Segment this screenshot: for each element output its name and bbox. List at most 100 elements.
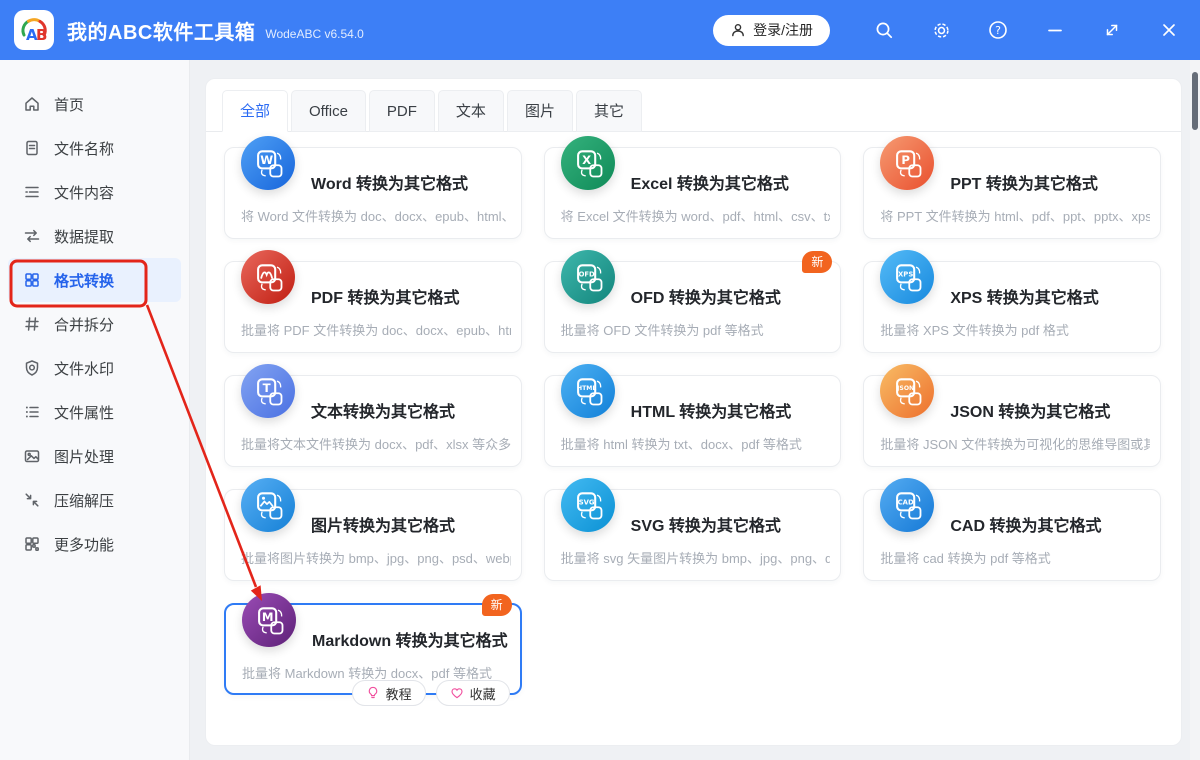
maximize-icon[interactable]: [1101, 19, 1123, 41]
sidebar-item-label: 文件属性: [54, 402, 114, 423]
main-area: 全部OfficePDF文本图片其它 W Word 转换为其它格式 将 Word …: [190, 60, 1200, 760]
svg-text:XPS: XPS: [898, 270, 913, 278]
sidebar-item-file-name[interactable]: 文件名称: [8, 126, 181, 170]
compress-icon: [23, 491, 41, 509]
card-title: HTML 转换为其它格式: [631, 398, 792, 422]
card-title: PPT 转换为其它格式: [950, 170, 1098, 194]
help-icon[interactable]: ?: [987, 19, 1009, 41]
user-icon: [730, 22, 746, 38]
minimize-icon[interactable]: [1044, 19, 1066, 41]
card-title: Excel 转换为其它格式: [631, 170, 789, 194]
svg-text:P: P: [902, 153, 911, 167]
sidebar-item-watermark[interactable]: 文件水印: [8, 346, 181, 390]
svg-text:M: M: [262, 610, 274, 624]
tab-other[interactable]: 其它: [576, 90, 642, 132]
file-name-icon: [23, 139, 41, 157]
scrollbar-track[interactable]: [1190, 60, 1200, 760]
sidebar-item-more[interactable]: 更多功能: [8, 522, 181, 566]
word-convert-icon: W: [241, 136, 295, 190]
svg-text:HTML: HTML: [577, 385, 596, 392]
title-bar: A B 我的ABC软件工具箱 WodeABC v6.54.0 登录/注册: [0, 0, 1200, 60]
sidebar-item-label: 合并拆分: [54, 314, 114, 335]
sidebar-item-format-convert[interactable]: 格式转换: [8, 258, 181, 302]
card-title: 文本转换为其它格式: [311, 398, 455, 422]
excel-convert-icon: X: [561, 136, 615, 190]
close-icon[interactable]: [1158, 19, 1180, 41]
sidebar-item-label: 文件名称: [54, 138, 114, 159]
ofd-convert-icon: OFD: [561, 250, 615, 304]
cad-convert-card[interactable]: CAD CAD 转换为其它格式 批量将 cad 转换为 pdf 等格式: [863, 489, 1161, 581]
tutorial-button[interactable]: 教程: [352, 680, 426, 706]
card-description: 批量将 OFD 文件转换为 pdf 等格式: [561, 320, 831, 339]
ppt-convert-icon: P: [880, 136, 934, 190]
excel-convert-card[interactable]: X Excel 转换为其它格式 将 Excel 文件转换为 word、pdf、h…: [544, 147, 842, 239]
card-description: 批量将 PDF 文件转换为 doc、docx、epub、html、txt 等格式: [241, 320, 511, 339]
svg-text:SVG: SVG: [578, 498, 594, 506]
file-content-icon: [23, 183, 41, 201]
text-convert-card[interactable]: T 文本转换为其它格式 批量将文本文件转换为 docx、pdf、xlsx 等众多…: [224, 375, 522, 467]
sidebar-item-file-props[interactable]: 文件属性: [8, 390, 181, 434]
search-icon[interactable]: [873, 19, 895, 41]
sidebar-item-label: 文件水印: [54, 358, 114, 379]
markdown-convert-icon: M: [242, 593, 296, 647]
xps-convert-card[interactable]: XPS XPS 转换为其它格式 批量将 XPS 文件转换为 pdf 格式: [863, 261, 1161, 353]
tab-office[interactable]: Office: [291, 90, 366, 132]
more-icon: [23, 535, 41, 553]
sidebar-item-merge-split[interactable]: 合并拆分: [8, 302, 181, 346]
sidebar-item-label: 数据提取: [54, 226, 114, 247]
card-title: PDF 转换为其它格式: [311, 284, 459, 308]
login-register-button[interactable]: 登录/注册: [713, 15, 830, 46]
new-badge: 新: [482, 594, 512, 616]
data-extract-icon: [23, 227, 41, 245]
card-title: Word 转换为其它格式: [311, 170, 468, 194]
svg-text:CAD: CAD: [898, 498, 914, 506]
svg-text:JSON: JSON: [896, 385, 914, 392]
tab-image[interactable]: 图片: [507, 90, 573, 132]
card-description: 将 Word 文件转换为 doc、docx、epub、html、pdf 等格式: [241, 206, 511, 225]
image-convert-card[interactable]: 图片转换为其它格式 批量将图片转换为 bmp、jpg、png、psd、webp …: [224, 489, 522, 581]
markdown-convert-card[interactable]: M Markdown 转换为其它格式 批量将 Markdown 转换为 docx…: [224, 603, 522, 695]
svg-convert-icon: SVG: [561, 478, 615, 532]
sidebar-item-data-extract[interactable]: 数据提取: [8, 214, 181, 258]
watermark-icon: [23, 359, 41, 377]
tab-pdf[interactable]: PDF: [369, 90, 435, 132]
card-description: 批量将 svg 矢量图片转换为 bmp、jpg、png、docx 等格式: [561, 548, 831, 567]
settings-gear-icon[interactable]: [930, 19, 952, 41]
svg-text:?: ?: [995, 24, 1001, 37]
svg-convert-card[interactable]: SVG SVG 转换为其它格式 批量将 svg 矢量图片转换为 bmp、jpg、…: [544, 489, 842, 581]
new-badge: 新: [802, 251, 832, 273]
cad-convert-icon: CAD: [880, 478, 934, 532]
sidebar-item-compress[interactable]: 压缩解压: [8, 478, 181, 522]
card-description: 批量将 XPS 文件转换为 pdf 格式: [880, 320, 1150, 339]
pdf-convert-icon: [241, 250, 295, 304]
html-convert-card[interactable]: HTML HTML 转换为其它格式 批量将 html 转换为 txt、docx、…: [544, 375, 842, 467]
sidebar-item-file-content[interactable]: 文件内容: [8, 170, 181, 214]
image-convert-icon: [241, 478, 295, 532]
svg-text:X: X: [582, 153, 591, 167]
sidebar-item-image-process[interactable]: 图片处理: [8, 434, 181, 478]
card-title: SVG 转换为其它格式: [631, 512, 781, 536]
favorite-button[interactable]: 收藏: [436, 680, 510, 706]
scrollbar-thumb[interactable]: [1192, 72, 1198, 130]
card-title: OFD 转换为其它格式: [631, 284, 781, 308]
app-window: A B 我的ABC软件工具箱 WodeABC v6.54.0 登录/注册: [0, 0, 1200, 760]
image-process-icon: [23, 447, 41, 465]
pdf-convert-card[interactable]: PDF 转换为其它格式 批量将 PDF 文件转换为 doc、docx、epub、…: [224, 261, 522, 353]
heart-icon: [450, 686, 464, 700]
title-bar-actions: 登录/注册 ?: [713, 15, 1180, 46]
content-panel: 全部OfficePDF文本图片其它 W Word 转换为其它格式 将 Word …: [205, 78, 1182, 746]
sidebar-item-home[interactable]: 首页: [8, 82, 181, 126]
tab-text[interactable]: 文本: [438, 90, 504, 132]
card-description: 批量将图片转换为 bmp、jpg、png、psd、webp 等格式: [241, 548, 511, 567]
sidebar-item-label: 格式转换: [54, 270, 114, 291]
ppt-convert-card[interactable]: P PPT 转换为其它格式 将 PPT 文件转换为 html、pdf、ppt、p…: [863, 147, 1161, 239]
word-convert-card[interactable]: W Word 转换为其它格式 将 Word 文件转换为 doc、docx、epu…: [224, 147, 522, 239]
sidebar-item-label: 首页: [54, 94, 84, 115]
card-description: 将 Excel 文件转换为 word、pdf、html、csv、txt、xls …: [561, 206, 831, 225]
ofd-convert-card[interactable]: OFD OFD 转换为其它格式 批量将 OFD 文件转换为 pdf 等格式新: [544, 261, 842, 353]
json-convert-card[interactable]: JSON JSON 转换为其它格式 批量将 JSON 文件转换为可视化的思维导图…: [863, 375, 1161, 467]
svg-text:T: T: [263, 381, 271, 395]
card-title: JSON 转换为其它格式: [950, 398, 1110, 422]
card-title: XPS 转换为其它格式: [950, 284, 1098, 308]
tab-all[interactable]: 全部: [222, 90, 288, 132]
